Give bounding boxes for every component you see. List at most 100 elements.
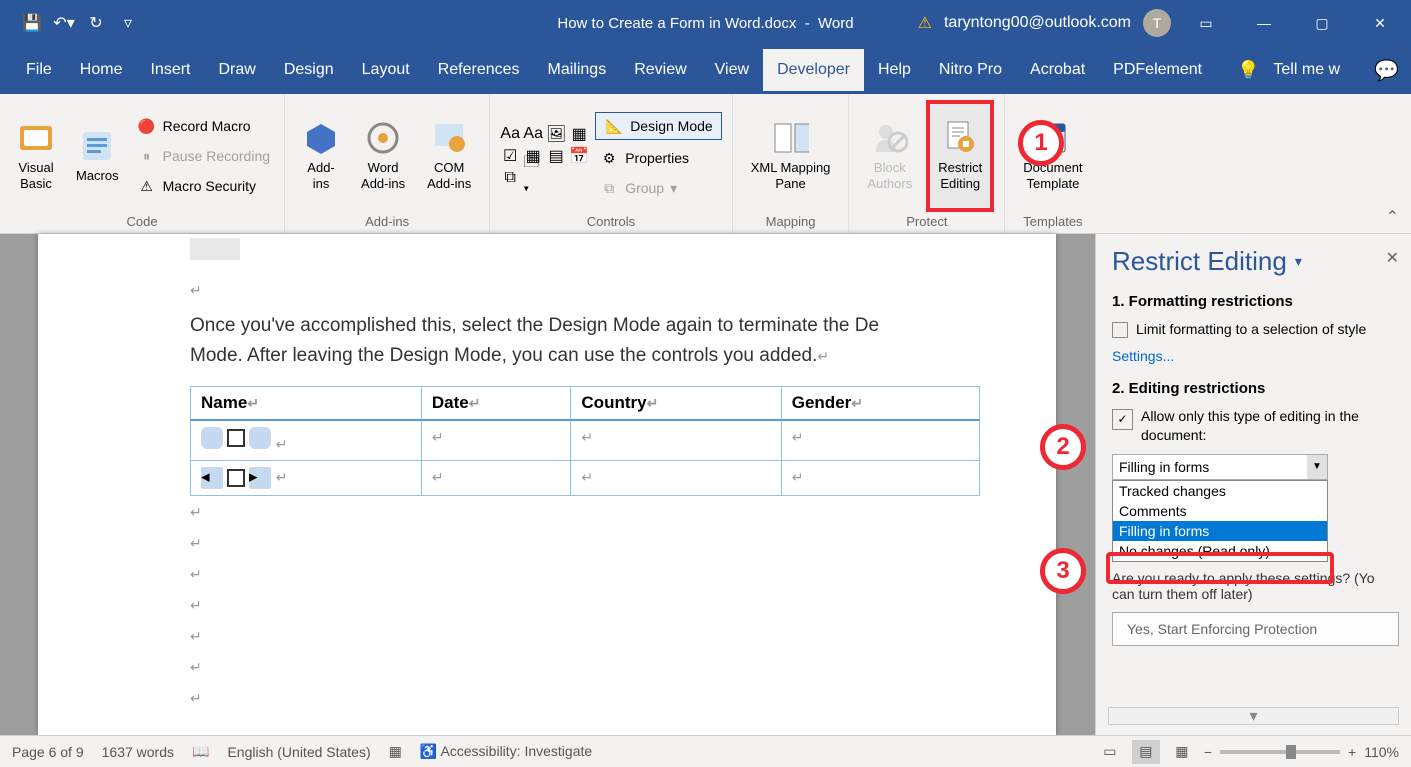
page-indicator[interactable]: Page 6 of 9 xyxy=(12,744,84,760)
richtext-control-icon[interactable]: Aa xyxy=(500,124,520,144)
tab-pdfelement[interactable]: PDFelement xyxy=(1099,49,1216,91)
word-addins-button[interactable]: Word Add-ins xyxy=(353,100,413,212)
panel-close-icon[interactable]: ✕ xyxy=(1386,248,1399,268)
ribbon: Visual Basic Macros 🔴Record Macro ⏸Pause… xyxy=(0,94,1411,234)
visual-basic-button[interactable]: Visual Basic xyxy=(10,100,62,212)
tab-nitropro[interactable]: Nitro Pro xyxy=(925,49,1016,91)
design-mode-button[interactable]: 📐Design Mode xyxy=(595,112,722,140)
chevron-down-icon[interactable]: ▼ xyxy=(1307,455,1327,479)
undo-icon[interactable]: ↶▾ xyxy=(52,11,76,35)
macros-button[interactable]: Macros xyxy=(68,100,127,212)
com-addins-button[interactable]: COM Add-ins xyxy=(419,100,479,212)
tab-view[interactable]: View xyxy=(701,49,763,91)
legacy-control-icon[interactable]: 🗀▾ xyxy=(523,168,543,188)
comments-icon[interactable]: 💬 xyxy=(1374,58,1399,83)
settings-link[interactable]: Settings... xyxy=(1112,348,1399,364)
pause-recording-button: ⏸Pause Recording xyxy=(133,144,274,168)
panel-horizontal-scrollbar[interactable]: ▾ xyxy=(1108,707,1399,725)
close-icon[interactable]: ✕ xyxy=(1357,3,1403,43)
tab-design[interactable]: Design xyxy=(270,49,348,91)
table-row[interactable]: ◂▸ ↵ ↵↵↵ xyxy=(191,460,980,495)
maximize-icon[interactable]: ▢ xyxy=(1299,3,1345,43)
column-header[interactable]: Country↵ xyxy=(571,386,781,420)
addins-button[interactable]: Add- ins xyxy=(295,100,347,212)
xml-mapping-button[interactable]: XML Mapping Pane xyxy=(743,100,839,212)
web-layout-icon[interactable]: ▦ xyxy=(1168,740,1196,764)
warning-icon[interactable]: ⚠ xyxy=(918,13,932,33)
zoom-out-icon[interactable]: − xyxy=(1204,744,1212,760)
properties-button[interactable]: ⚙Properties xyxy=(595,146,722,170)
macro-icon[interactable]: ▦ xyxy=(389,743,402,760)
macro-security-button[interactable]: ⚠Macro Security xyxy=(133,174,274,198)
tab-file[interactable]: File xyxy=(12,49,66,91)
save-icon[interactable]: 💾 xyxy=(20,11,44,35)
dropdown-option[interactable]: Tracked changes xyxy=(1113,481,1327,501)
ribbon-tabs: FileHomeInsertDrawDesignLayoutReferences… xyxy=(0,46,1411,94)
tell-me-search[interactable]: Tell me w xyxy=(1273,61,1340,79)
repeating-control-icon[interactable]: ⧉ xyxy=(500,168,520,188)
checkbox-content-control[interactable] xyxy=(201,427,271,449)
tab-acrobat[interactable]: Acrobat xyxy=(1016,49,1099,91)
minimize-icon[interactable]: — xyxy=(1241,3,1287,43)
tab-developer[interactable]: Developer xyxy=(763,49,864,91)
checkbox-control-icon[interactable]: ☑ xyxy=(500,146,520,166)
editing-type-select[interactable]: Filling in forms ▼ xyxy=(1112,454,1328,480)
tab-help[interactable]: Help xyxy=(864,49,925,91)
form-table[interactable]: Name↵Date↵Country↵Gender↵ ↵ ↵↵↵ ◂▸ ↵ ↵↵↵ xyxy=(190,386,980,496)
editing-type-dropdown[interactable]: Tracked changesCommentsFilling in formsN… xyxy=(1112,480,1328,562)
statusbar: Page 6 of 9 1637 words 📖 English (United… xyxy=(0,735,1411,767)
print-layout-icon[interactable]: ▤ xyxy=(1132,740,1160,764)
checkbox-content-control[interactable]: ◂▸ xyxy=(201,467,271,489)
qa-dropdown-icon[interactable]: ▿ xyxy=(116,11,140,35)
zoom-level[interactable]: 110% xyxy=(1364,744,1399,760)
plaintext-control-icon[interactable]: Aa xyxy=(523,124,543,144)
picture-control-icon[interactable]: 🖼 xyxy=(546,124,566,144)
tab-review[interactable]: Review xyxy=(620,49,700,91)
redo-icon[interactable]: ↻ xyxy=(84,11,108,35)
dropdown-control-icon[interactable]: ▤ xyxy=(546,146,566,166)
record-macro-button[interactable]: 🔴Record Macro xyxy=(133,114,274,138)
user-email[interactable]: taryntong00@outlook.com xyxy=(944,14,1131,32)
word-count[interactable]: 1637 words xyxy=(102,744,174,760)
limit-formatting-checkbox[interactable] xyxy=(1112,322,1128,338)
allow-editing-checkbox[interactable]: ✓ xyxy=(1112,409,1133,430)
zoom-in-icon[interactable]: + xyxy=(1348,744,1356,760)
group-button[interactable]: ⧉Group ▾ xyxy=(595,176,722,200)
tab-mailings[interactable]: Mailings xyxy=(534,49,621,91)
column-header[interactable]: Name↵ xyxy=(191,386,422,420)
limit-formatting-row[interactable]: Limit formatting to a selection of style xyxy=(1112,320,1399,340)
building-block-control-icon[interactable]: ▦ xyxy=(569,124,589,144)
tab-insert[interactable]: Insert xyxy=(136,49,204,91)
zoom-slider[interactable] xyxy=(1220,750,1340,754)
dropdown-option[interactable]: Comments xyxy=(1113,501,1327,521)
column-header[interactable]: Gender↵ xyxy=(781,386,979,420)
tab-layout[interactable]: Layout xyxy=(348,49,424,91)
ribbon-group-code: Visual Basic Macros 🔴Record Macro ⏸Pause… xyxy=(0,94,285,233)
tab-references[interactable]: References xyxy=(424,49,534,91)
tab-home[interactable]: Home xyxy=(66,49,137,91)
group-label-templates: Templates xyxy=(1015,212,1090,229)
column-header[interactable]: Date↵ xyxy=(421,386,571,420)
annotation-3: 3 xyxy=(1040,548,1086,594)
ribbon-display-icon[interactable]: ▭ xyxy=(1183,3,1229,43)
table-row[interactable]: ↵ ↵↵↵ xyxy=(191,420,980,461)
read-mode-icon[interactable]: ▭ xyxy=(1096,740,1124,764)
lightbulb-icon[interactable]: 💡 xyxy=(1237,60,1259,81)
document-paragraph[interactable]: Once you've accomplished this, select th… xyxy=(190,311,996,372)
language-indicator[interactable]: English (United States) xyxy=(227,744,370,760)
ribbon-group-addins: Add- ins Word Add-ins COM Add-ins Add-in… xyxy=(285,94,490,233)
titlebar: 💾 ↶▾ ↻ ▿ How to Create a Form in Word.do… xyxy=(0,0,1411,46)
paragraph-mark: ↵ xyxy=(190,282,996,299)
tab-draw[interactable]: Draw xyxy=(204,49,269,91)
collapse-ribbon-icon[interactable]: ⌃ xyxy=(1386,207,1399,227)
spelling-icon[interactable]: 📖 xyxy=(192,743,209,760)
accessibility-indicator[interactable]: ♿ Accessibility: Investigate xyxy=(420,743,592,760)
restrict-editing-button[interactable]: Restrict Editing xyxy=(926,100,994,212)
allow-editing-row[interactable]: ✓ Allow only this type of editing in the… xyxy=(1112,407,1399,446)
start-enforcing-button[interactable]: Yes, Start Enforcing Protection xyxy=(1112,612,1399,646)
dropdown-option[interactable]: Filling in forms xyxy=(1113,521,1327,541)
document-scroll[interactable]: ↵ Once you've accomplished this, select … xyxy=(0,234,1095,735)
annotation-2: 2 xyxy=(1040,424,1086,470)
date-control-icon[interactable]: 📅 xyxy=(569,146,589,166)
avatar[interactable]: T xyxy=(1143,9,1171,37)
